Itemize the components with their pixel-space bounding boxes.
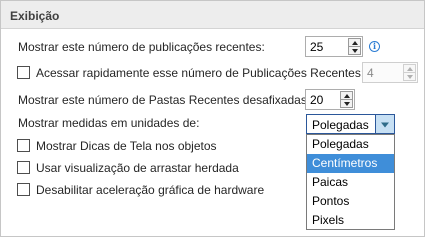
spin-down-button[interactable] bbox=[348, 47, 361, 55]
units-option[interactable]: Paicas bbox=[307, 173, 394, 192]
screen-tips-label: Mostrar Dicas de Tela nos objetos bbox=[36, 139, 217, 153]
units-option[interactable]: Pixels bbox=[307, 211, 394, 230]
spin-up-button[interactable] bbox=[340, 91, 353, 100]
units-select-value: Polegadas bbox=[312, 118, 369, 132]
quick-access-checkbox[interactable] bbox=[17, 66, 30, 79]
recent-folders-label: Mostrar este número de Pastas Recentes d… bbox=[18, 93, 311, 107]
units-select[interactable]: Polegadas bbox=[306, 114, 395, 134]
quick-access-spinner[interactable]: 4 bbox=[362, 62, 418, 83]
screen-tips-checkbox[interactable] bbox=[17, 139, 30, 152]
units-option[interactable]: Pontos bbox=[307, 192, 394, 211]
legacy-drag-checkbox[interactable] bbox=[17, 161, 30, 174]
recent-folders-value[interactable]: 20 bbox=[310, 93, 323, 107]
spin-up-button[interactable] bbox=[403, 64, 416, 73]
spin-up-button[interactable] bbox=[348, 38, 361, 47]
units-dropdown-list: Polegadas Centímetros Paicas Pontos Pixe… bbox=[306, 134, 395, 230]
chevron-up-icon bbox=[351, 40, 358, 45]
recent-publications-value[interactable]: 25 bbox=[310, 40, 323, 54]
chevron-down-icon bbox=[351, 48, 358, 53]
legacy-drag-label: Usar visualização de arrastar herdada bbox=[36, 161, 239, 175]
section-title: Exibição bbox=[10, 9, 60, 23]
units-option[interactable]: Centímetros bbox=[307, 154, 394, 173]
spin-down-button[interactable] bbox=[403, 73, 416, 81]
dropdown-arrow-icon bbox=[381, 122, 389, 128]
units-label: Mostrar medidas em unidades de: bbox=[18, 116, 200, 130]
chevron-down-icon bbox=[406, 74, 413, 79]
info-icon[interactable]: i bbox=[369, 41, 380, 52]
chevron-down-icon bbox=[343, 101, 350, 106]
recent-publications-spinner[interactable]: 25 bbox=[305, 36, 363, 57]
chevron-up-icon bbox=[406, 66, 413, 71]
quick-access-value[interactable]: 4 bbox=[367, 66, 374, 80]
quick-access-label: Acessar rapidamente esse número de Publi… bbox=[36, 66, 365, 80]
units-option[interactable]: Polegadas bbox=[307, 135, 394, 154]
recent-publications-label: Mostrar este número de publicações recen… bbox=[18, 40, 265, 54]
recent-folders-spinner[interactable]: 20 bbox=[305, 89, 355, 110]
chevron-up-icon bbox=[343, 93, 350, 98]
disable-hw-accel-label: Desabilitar aceleração gráfica de hardwa… bbox=[36, 183, 265, 197]
section-header: Exibição bbox=[1, 1, 424, 29]
spin-down-button[interactable] bbox=[340, 100, 353, 108]
disable-hw-accel-checkbox[interactable] bbox=[17, 183, 30, 196]
units-dropdown-button[interactable] bbox=[375, 115, 394, 133]
